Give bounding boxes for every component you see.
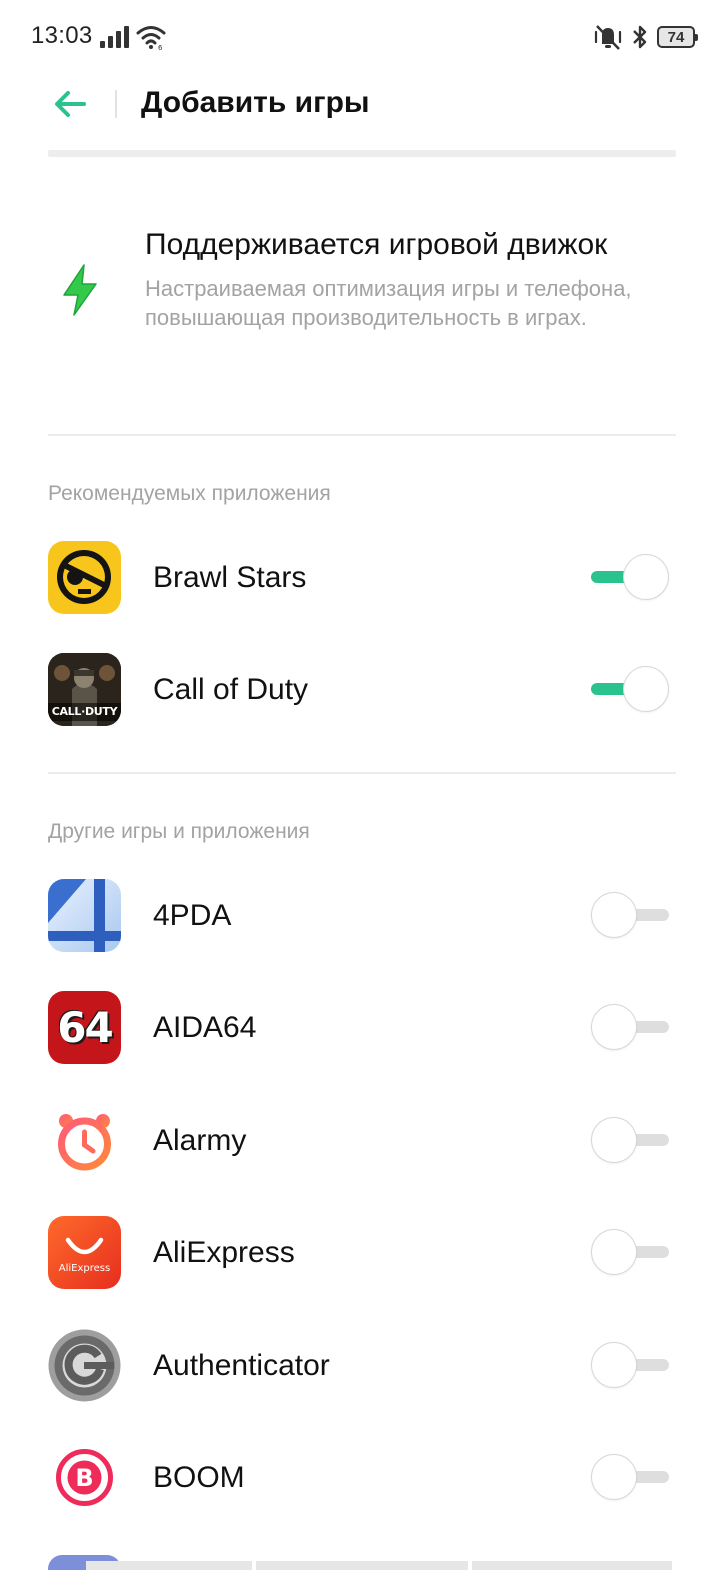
boom-icon: B	[48, 1441, 121, 1514]
boom-logo-text: B	[75, 1464, 94, 1492]
aliexpress-icon: AliExpress	[48, 1216, 121, 1289]
app-row-aliexpress[interactable]: AliExpress AliExpress	[0, 1202, 725, 1302]
app-name: Brawl Stars	[153, 561, 307, 594]
toggle-4pda[interactable]	[591, 892, 669, 940]
feature-description: Настраиваемая оптимизация игры и телефон…	[145, 276, 632, 330]
divider	[48, 434, 676, 436]
app-row-boom[interactable]: B BOOM	[0, 1427, 725, 1527]
app-row-alarmy[interactable]: Alarmy	[0, 1090, 725, 1190]
mute-vibrate-icon	[594, 25, 622, 50]
page-title: Добавить игры	[141, 86, 370, 119]
app-row-call-of-duty[interactable]: CALL·DUTY Call of Duty	[0, 639, 725, 739]
header-separator	[115, 90, 117, 118]
app-row-authenticator[interactable]: Authenticator	[0, 1315, 725, 1415]
app-name: BOOM	[153, 1461, 245, 1494]
divider	[48, 772, 676, 774]
svg-text:6: 6	[158, 44, 163, 50]
app-row-4pda[interactable]: 4PDA	[0, 865, 725, 965]
header: Добавить игры	[0, 72, 725, 136]
section-label-others: Другие игры и приложения	[48, 820, 310, 843]
app-name: 4PDA	[153, 899, 232, 932]
app-row-brawl-stars[interactable]: Brawl Stars	[0, 527, 725, 627]
brawl-stars-icon	[48, 541, 121, 614]
battery-icon: 74	[657, 26, 698, 48]
aliexpress-logo-text: AliExpress	[58, 1263, 111, 1274]
status-icons: 74	[593, 22, 698, 52]
app-name: Authenticator	[153, 1349, 330, 1382]
toggle-authenticator[interactable]	[591, 1342, 669, 1390]
partial-app-row	[0, 1553, 725, 1570]
feature-title: Поддерживается игровой движок	[145, 228, 608, 261]
status-bar: 13:03 6 74	[0, 0, 725, 72]
back-button[interactable]	[50, 86, 90, 122]
wifi-icon: 6	[136, 26, 166, 50]
toggle-aliexpress[interactable]	[591, 1229, 669, 1277]
section-label-recommended: Рекомендуемых приложения	[48, 482, 331, 505]
alarmy-icon	[48, 1104, 121, 1177]
status-time: 13:03	[31, 22, 93, 49]
bluetooth-icon	[633, 25, 647, 49]
call-of-duty-icon: CALL·DUTY	[48, 653, 121, 726]
app-name: Alarmy	[153, 1124, 247, 1157]
aida64-logo-text: 64	[57, 1003, 113, 1052]
call-of-duty-logo-text: CALL·DUTY	[51, 705, 118, 718]
toggle-alarmy[interactable]	[591, 1117, 669, 1165]
battery-level: 74	[667, 28, 685, 46]
toggle-brawl-stars[interactable]	[591, 554, 669, 602]
signal-icon	[100, 26, 129, 48]
authenticator-icon	[48, 1329, 121, 1402]
app-name: AliExpress	[153, 1236, 295, 1269]
toggle-aida64[interactable]	[591, 1004, 669, 1052]
toggle-boom[interactable]	[591, 1454, 669, 1502]
app-name: Call of Duty	[153, 673, 309, 706]
4pda-icon	[48, 879, 121, 952]
app-name: AIDA64	[153, 1011, 257, 1044]
app-row-aida64[interactable]: 64 AIDA64	[0, 977, 725, 1077]
bolt-icon	[63, 264, 97, 316]
aida64-icon: 64	[48, 991, 121, 1064]
header-divider	[48, 150, 676, 157]
toggle-call-of-duty[interactable]	[591, 666, 669, 714]
back-arrow-icon	[55, 91, 86, 117]
